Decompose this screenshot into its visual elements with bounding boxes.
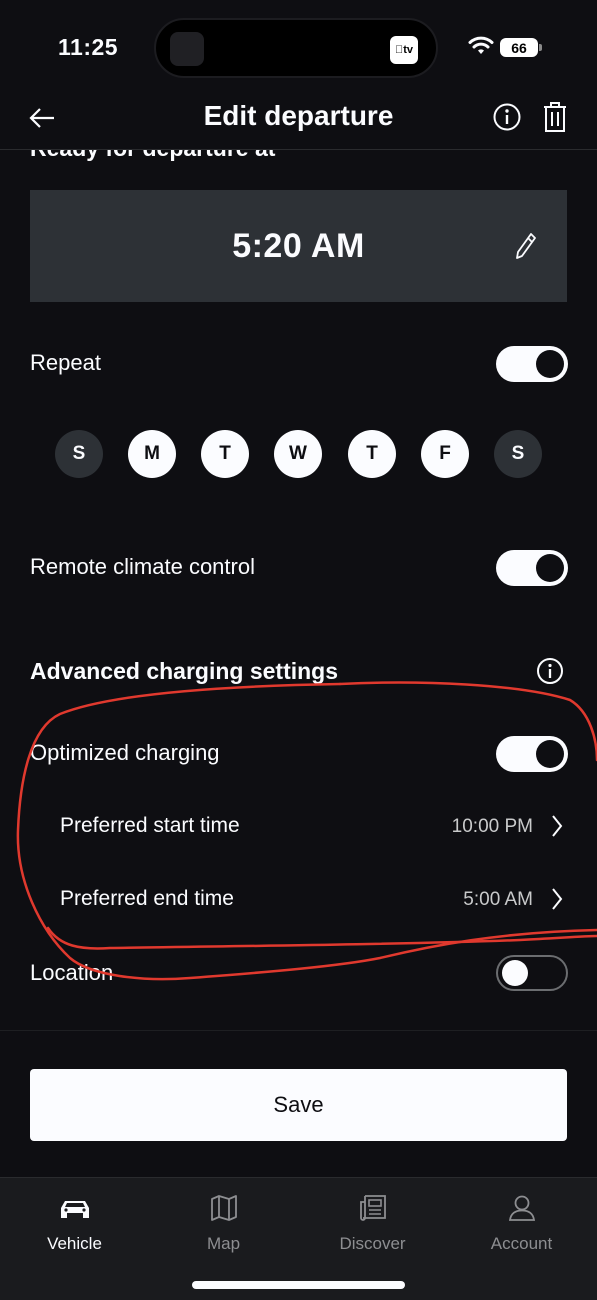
dynamic-island: tv — [154, 18, 438, 78]
repeat-label: Repeat — [30, 350, 101, 375]
day-thursday[interactable]: T — [348, 430, 396, 478]
advanced-charging-title: Advanced charging settings — [30, 658, 339, 684]
day-wednesday[interactable]: W — [274, 430, 322, 478]
location-label: Location — [30, 960, 114, 985]
apple-tv-icon: tv — [390, 36, 418, 64]
location-toggle[interactable] — [496, 955, 568, 991]
tab-bar: Vehicle Map Discover Account — [0, 1177, 597, 1300]
tab-label: Vehicle — [47, 1234, 102, 1253]
preferred-start-value[interactable]: 10:00 PM — [452, 816, 533, 838]
weekday-selector: S M T W T F S — [55, 430, 545, 478]
island-camera — [170, 32, 204, 66]
preferred-end-value[interactable]: 5:00 AM — [463, 889, 533, 911]
departure-form[interactable]: Ready for departure at 5:20 AM Repeat S … — [0, 150, 597, 1030]
climate-toggle[interactable] — [496, 550, 568, 586]
pencil-icon[interactable] — [515, 232, 537, 260]
section-heading-departure: Ready for departure at — [30, 150, 275, 162]
chevron-right-icon[interactable] — [550, 886, 564, 912]
day-saturday[interactable]: S — [494, 430, 542, 478]
day-sunday[interactable]: S — [55, 430, 103, 478]
battery-indicator: 66 — [500, 38, 542, 57]
toggle-knob — [502, 960, 528, 986]
news-icon — [359, 1195, 386, 1221]
toggle-knob — [536, 554, 564, 582]
toggle-knob — [536, 350, 564, 378]
climate-label: Remote climate control — [30, 554, 255, 579]
tab-account[interactable]: Account — [447, 1188, 596, 1264]
nav-header: Edit departure — [0, 96, 597, 150]
day-friday[interactable]: F — [421, 430, 469, 478]
info-icon[interactable] — [492, 102, 522, 132]
tab-label: Discover — [339, 1234, 406, 1253]
wifi-icon — [468, 36, 494, 54]
save-button[interactable]: Save — [30, 1069, 567, 1141]
tab-vehicle[interactable]: Vehicle — [0, 1188, 149, 1264]
user-icon — [508, 1195, 535, 1221]
repeat-toggle[interactable] — [496, 346, 568, 382]
preferred-start-label[interactable]: Preferred start time — [60, 814, 240, 838]
preferred-end-label[interactable]: Preferred end time — [60, 887, 234, 911]
departure-time-value: 5:20 AM — [232, 226, 365, 265]
car-icon — [60, 1201, 89, 1218]
trash-icon[interactable] — [542, 101, 568, 133]
optimized-charging-toggle[interactable] — [496, 736, 568, 772]
map-icon — [210, 1195, 237, 1221]
departure-time-field[interactable]: 5:20 AM — [30, 190, 567, 302]
tab-discover[interactable]: Discover — [298, 1188, 447, 1264]
info-icon[interactable] — [536, 657, 564, 685]
toggle-knob — [536, 740, 564, 768]
day-monday[interactable]: M — [128, 430, 176, 478]
day-tuesday[interactable]: T — [201, 430, 249, 478]
optimized-charging-label: Optimized charging — [30, 740, 220, 765]
home-indicator[interactable] — [192, 1281, 405, 1289]
status-time: 11:25 — [58, 34, 119, 60]
footer: Save — [0, 1030, 597, 1178]
chevron-right-icon[interactable] — [550, 813, 564, 839]
tab-label: Account — [490, 1234, 553, 1253]
status-bar: 11:25 tv 66 — [0, 0, 597, 96]
tab-label: Map — [206, 1234, 241, 1253]
tab-map[interactable]: Map — [149, 1188, 298, 1264]
